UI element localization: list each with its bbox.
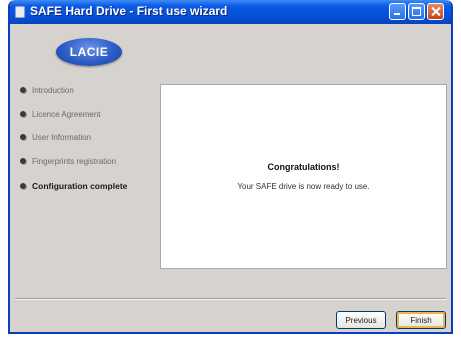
bullet-icon	[20, 111, 26, 117]
step-label: Configuration complete	[32, 181, 128, 191]
content-panel: Congratulations! Your SAFE drive is now …	[160, 84, 447, 269]
step-introduction: Introduction	[20, 82, 74, 98]
step-label: Introduction	[32, 85, 74, 95]
previous-button[interactable]: Previous	[336, 311, 386, 329]
title-bar[interactable]: SAFE Hard Drive - First use wizard	[10, 0, 451, 24]
congratulations-heading: Congratulations!	[267, 162, 340, 172]
window-title: SAFE Hard Drive - First use wizard	[30, 4, 228, 18]
close-button[interactable]	[427, 3, 444, 20]
ready-message: Your SAFE drive is now ready to use.	[237, 182, 370, 191]
step-label: User Information	[32, 132, 92, 142]
step-label: Fingerprints registration	[32, 156, 117, 166]
drive-icon	[15, 6, 25, 18]
step-label: Licence Agreement	[32, 109, 101, 119]
logo-text: LACIE	[69, 45, 109, 59]
finish-button[interactable]: Finish	[396, 311, 446, 329]
step-fingerprints-registration: Fingerprints registration	[20, 153, 116, 169]
step-user-information: User Information	[20, 129, 91, 145]
bullet-icon	[20, 134, 26, 140]
step-configuration-complete: Configuration complete	[20, 178, 127, 194]
lacie-logo: LACIE	[56, 38, 122, 66]
separator	[15, 298, 446, 300]
bullet-icon	[20, 158, 26, 164]
maximize-button[interactable]	[408, 3, 425, 20]
wizard-window: SAFE Hard Drive - First use wizard LACIE…	[8, 0, 453, 334]
step-licence-agreement: Licence Agreement	[20, 106, 101, 122]
minimize-button[interactable]	[389, 3, 406, 20]
bullet-icon	[20, 183, 26, 189]
bullet-icon	[20, 87, 26, 93]
